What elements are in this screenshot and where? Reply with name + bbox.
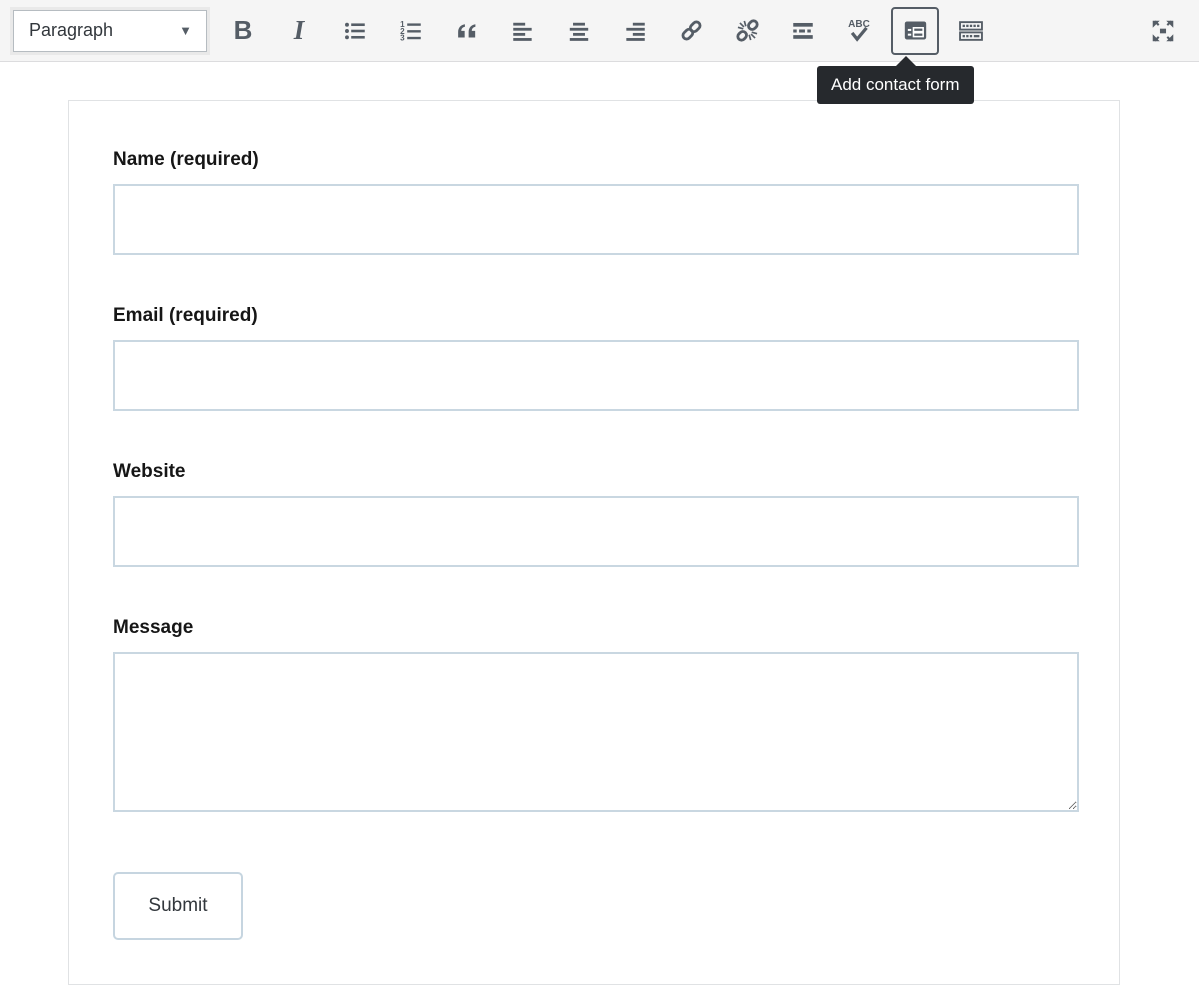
contact-form-preview: Name (required) Email (required) Website… <box>68 100 1120 985</box>
align-center-button[interactable] <box>559 11 599 51</box>
blockquote-icon <box>453 17 481 45</box>
editor-toolbar: Paragraph ▼ B I 1 2 3 <box>0 0 1199 62</box>
fullscreen-icon <box>1149 17 1177 45</box>
website-field-label: Website <box>113 461 1077 483</box>
blockquote-button[interactable] <box>447 11 487 51</box>
add-contact-form-button[interactable] <box>891 7 939 55</box>
read-more-icon <box>790 18 816 44</box>
align-left-icon <box>510 18 536 44</box>
paragraph-format-value: Paragraph <box>29 20 113 41</box>
bold-button[interactable]: B <box>223 11 263 51</box>
spellcheck-icon: ABC <box>844 16 874 46</box>
editor-content-area: Name (required) Email (required) Website… <box>0 62 1199 985</box>
bulleted-list-button[interactable] <box>335 11 375 51</box>
italic-button[interactable]: I <box>279 11 319 51</box>
add-contact-form-tooltip: Add contact form <box>817 66 974 104</box>
align-right-button[interactable] <box>615 11 655 51</box>
paragraph-format-dropdown[interactable]: Paragraph ▼ <box>13 10 207 52</box>
name-field-label: Name (required) <box>113 149 1077 171</box>
contact-form-icon <box>902 17 929 44</box>
remove-link-button[interactable] <box>727 11 767 51</box>
message-textarea[interactable] <box>113 652 1079 812</box>
name-input[interactable] <box>113 184 1079 255</box>
message-field-label: Message <box>113 617 1077 639</box>
email-input[interactable] <box>113 340 1079 411</box>
toolbar-toggle-button[interactable] <box>951 11 991 51</box>
svg-text:3: 3 <box>400 33 405 42</box>
website-input[interactable] <box>113 496 1079 567</box>
tooltip-text: Add contact form <box>831 75 960 94</box>
spellcheck-button[interactable]: ABC <box>839 11 879 51</box>
unlink-icon <box>734 17 761 44</box>
numbered-list-icon: 1 2 3 <box>398 18 424 44</box>
read-more-button[interactable] <box>783 11 823 51</box>
email-field-label: Email (required) <box>113 305 1077 327</box>
fullscreen-button[interactable] <box>1143 11 1183 51</box>
bulleted-list-icon <box>342 18 368 44</box>
align-center-icon <box>566 18 592 44</box>
link-icon <box>678 17 705 44</box>
align-right-icon <box>622 18 648 44</box>
numbered-list-button[interactable]: 1 2 3 <box>391 11 431 51</box>
tooltip-arrow <box>896 56 916 66</box>
chevron-down-icon: ▼ <box>179 23 192 38</box>
align-left-button[interactable] <box>503 11 543 51</box>
insert-link-button[interactable] <box>671 11 711 51</box>
submit-button[interactable]: Submit <box>113 872 243 940</box>
keyboard-icon <box>957 17 985 45</box>
